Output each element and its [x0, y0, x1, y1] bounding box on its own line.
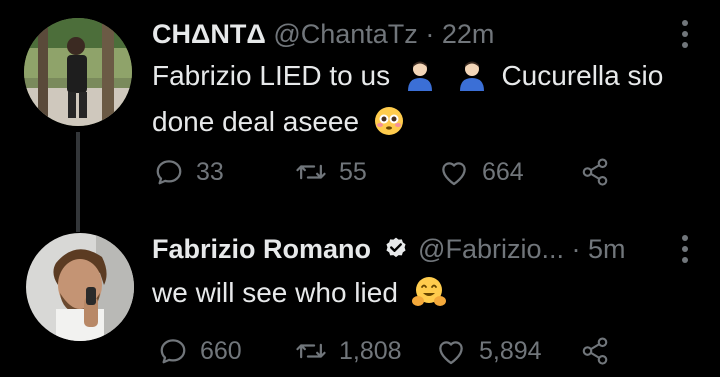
- separator-dot: ·: [425, 19, 435, 49]
- tweet-text-part: Fabrizio LIED to us: [152, 60, 391, 91]
- reply-button[interactable]: 33: [154, 152, 224, 192]
- tweet-text-part: we will see who lied: [152, 277, 398, 308]
- tweet-chanta[interactable]: CHΔNTΔ @ChantaTz · 22m Fabrizio LIED to …: [0, 0, 720, 232]
- display-name[interactable]: Fabrizio Romano: [152, 234, 371, 264]
- tweet-text-part: done deal aseee: [152, 106, 360, 137]
- retweet-button[interactable]: 55: [295, 152, 367, 192]
- tweet-text-part: Cucurella sio: [501, 60, 664, 91]
- separator-dot: ·: [571, 234, 581, 264]
- person-emoji: [404, 59, 436, 102]
- flushed-face-emoji: [373, 105, 405, 148]
- reply-icon: [160, 339, 186, 364]
- heart-icon: [442, 162, 466, 186]
- tweet-header: Fabrizio Romano @Fabrizio... · 5m: [152, 231, 626, 271]
- reply-button[interactable]: 660: [158, 331, 242, 371]
- more-options-icon[interactable]: [682, 20, 690, 53]
- handle[interactable]: @ChantaTz: [273, 19, 417, 49]
- avatar[interactable]: [26, 233, 134, 341]
- share-button[interactable]: [580, 152, 610, 192]
- timestamp[interactable]: 5m: [588, 234, 626, 264]
- share-button[interactable]: [580, 331, 610, 371]
- like-count: 5,894: [479, 336, 542, 365]
- reply-icon: [156, 160, 182, 185]
- reply-count: 660: [200, 336, 242, 365]
- retweet-count: 55: [339, 157, 367, 186]
- heart-icon: [439, 341, 463, 365]
- like-count: 664: [482, 157, 524, 186]
- tweet-text: Fabrizio LIED to us Cucurella sio done d…: [152, 56, 672, 148]
- display-name[interactable]: CHΔNTΔ: [152, 19, 266, 49]
- handle[interactable]: @Fabrizio...: [418, 234, 564, 264]
- tweet-text: we will see who lied: [152, 273, 672, 319]
- retweet-icon: [296, 164, 326, 180]
- retweet-count: 1,808: [339, 336, 402, 365]
- tweet-header: CHΔNTΔ @ChantaTz · 22m: [152, 16, 494, 52]
- avatar-image: [24, 18, 132, 126]
- retweet-button[interactable]: 1,808: [295, 331, 402, 371]
- like-button[interactable]: 664: [438, 152, 524, 192]
- verified-badge-icon: [383, 235, 409, 271]
- hugging-face-emoji: [411, 276, 446, 319]
- tweet-fabrizio[interactable]: Fabrizio Romano @Fabrizio... · 5m we wil…: [0, 215, 720, 377]
- timestamp[interactable]: 22m: [442, 19, 495, 49]
- like-button[interactable]: 5,894: [435, 331, 542, 371]
- person-emoji: [456, 59, 488, 102]
- share-icon: [582, 337, 608, 365]
- more-options-icon[interactable]: [682, 235, 690, 268]
- avatar[interactable]: [24, 18, 132, 126]
- avatar-image: [26, 233, 134, 341]
- share-icon: [582, 158, 608, 186]
- retweet-icon: [296, 343, 326, 359]
- reply-count: 33: [196, 157, 224, 186]
